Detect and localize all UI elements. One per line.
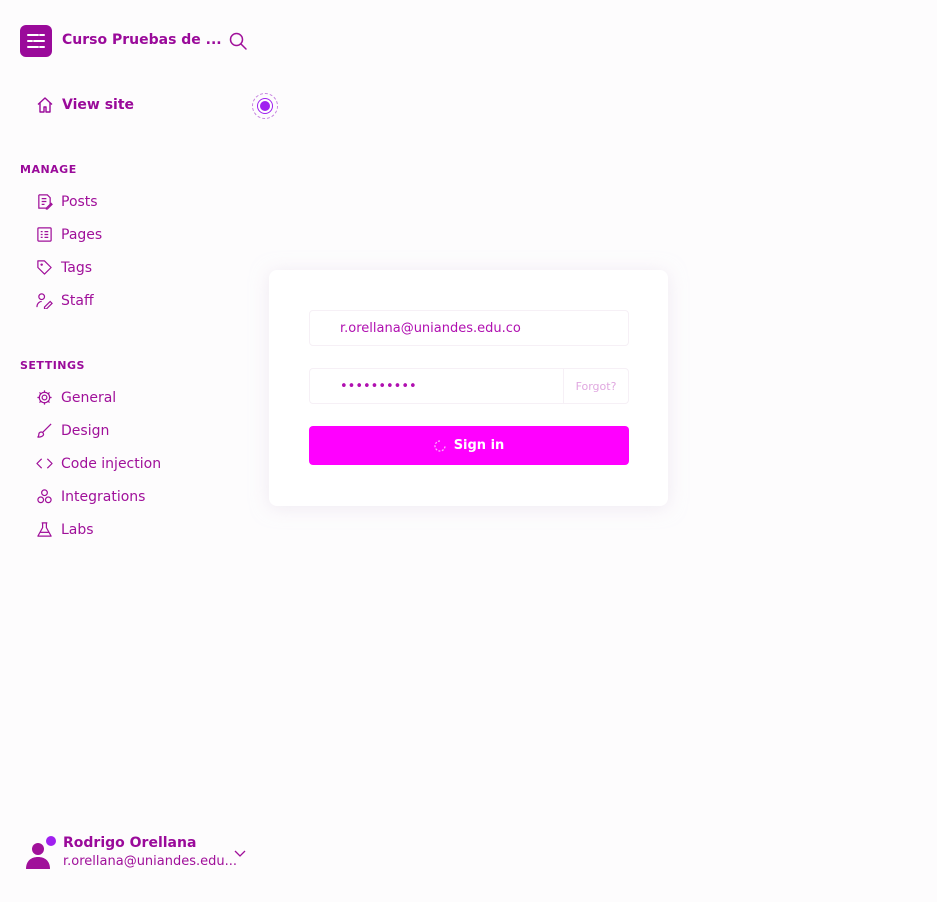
sidebar-item-label: Design	[61, 422, 110, 439]
admin-page: Curso Pruebas de ... View site MANAGE Po…	[0, 0, 937, 902]
view-site-label: View site	[62, 97, 135, 113]
brush-icon	[37, 423, 52, 438]
sidebar-item-label: Posts	[61, 193, 98, 210]
sidebar-item-label: Labs	[61, 521, 94, 538]
view-site-link[interactable]: View site	[36, 96, 134, 114]
sidebar-item-label: Code injection	[61, 455, 162, 472]
sidebar-item-pages[interactable]: Pages	[36, 226, 102, 243]
posts-icon	[38, 194, 53, 210]
sidebar-item-integrations[interactable]: Integrations	[36, 488, 145, 505]
settings-section-label: SETTINGS	[20, 359, 85, 372]
sidebar-item-label: Pages	[61, 226, 103, 243]
sidebar-item-design[interactable]: Design	[36, 422, 109, 439]
signin-label: Sign in	[453, 438, 505, 453]
search-icon[interactable]	[228, 31, 248, 51]
forgot-password-button[interactable]: Forgot?	[563, 368, 629, 404]
sidebar-item-code-injection[interactable]: Code injection	[36, 455, 161, 472]
chevron-down-icon[interactable]	[233, 846, 247, 860]
sidebar-item-label: Integrations	[61, 488, 146, 505]
user-email[interactable]: r.orellana@uniandes.edu...	[63, 854, 237, 869]
user-name[interactable]: Rodrigo Orellana	[63, 835, 196, 851]
signin-card: Forgot? Sign in	[269, 270, 668, 506]
sidebar-item-label: Staff	[61, 292, 94, 309]
sidebar-item-staff[interactable]: Staff	[36, 292, 94, 309]
sidebar-item-label: General	[61, 389, 117, 406]
tag-icon	[37, 260, 52, 275]
code-icon	[36, 458, 53, 469]
notification-pulse[interactable]	[252, 93, 278, 119]
pulse-dot-inner	[258, 99, 272, 113]
flask-icon	[37, 522, 52, 537]
user-avatar[interactable]	[24, 835, 58, 871]
signin-button[interactable]: Sign in	[309, 426, 629, 465]
sidebar-item-posts[interactable]: Posts	[36, 193, 98, 210]
manage-section-label: MANAGE	[20, 163, 77, 176]
email-field[interactable]	[309, 310, 629, 346]
site-logo[interactable]	[20, 25, 52, 57]
site-title[interactable]: Curso Pruebas de ...	[62, 32, 222, 48]
sidebar-item-labs[interactable]: Labs	[36, 521, 94, 538]
sidebar-item-label: Tags	[61, 259, 92, 276]
password-field[interactable]	[309, 368, 563, 404]
sidebar-item-general[interactable]: General	[36, 389, 116, 406]
loading-spinner-icon	[434, 439, 446, 452]
staff-icon	[36, 293, 53, 309]
gear-icon	[37, 390, 52, 405]
menu-lines-icon	[27, 34, 45, 48]
sidebar-item-tags[interactable]: Tags	[36, 259, 92, 276]
home-icon	[37, 97, 53, 113]
integrations-icon	[37, 489, 52, 504]
pages-icon	[37, 227, 52, 242]
